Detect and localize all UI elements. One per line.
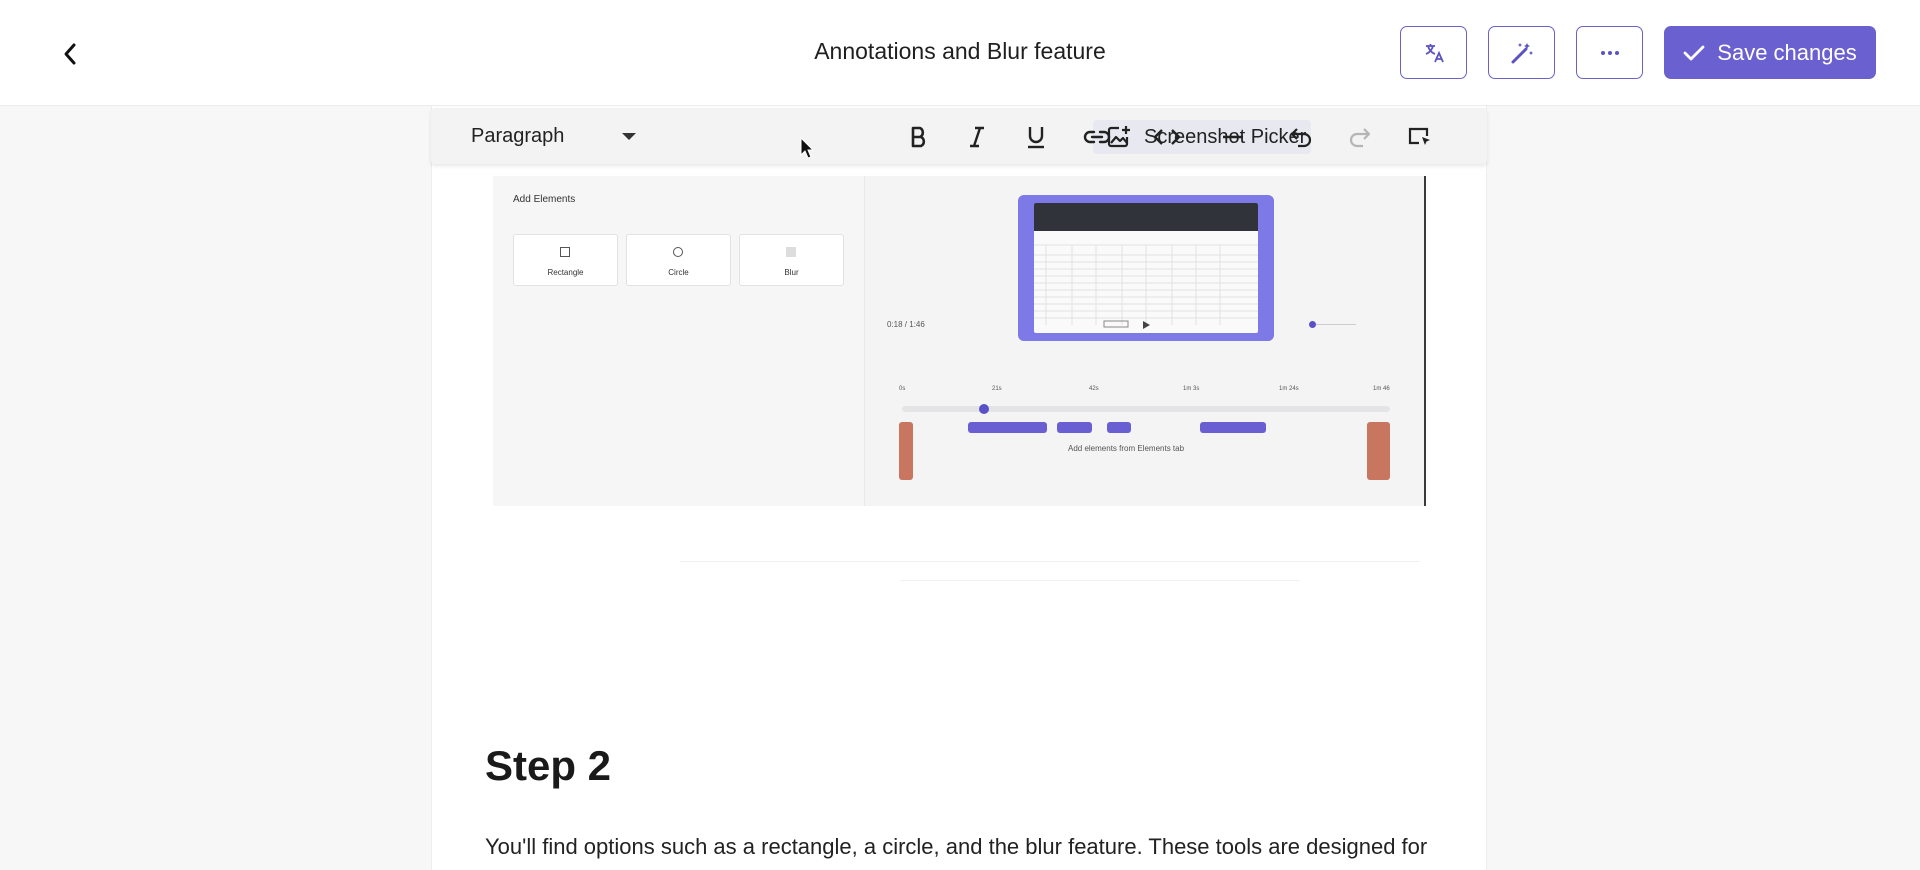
redo-icon [1349,128,1371,148]
spreadsheet-preview [1034,203,1258,333]
timeline-segment [1200,422,1266,433]
undo-button[interactable] [1286,122,1316,152]
rectangle-element-card: Rectangle [513,234,618,286]
dropdown-caret-icon [622,132,636,140]
timeline-segment [968,422,1047,433]
italic-button[interactable] [962,122,992,152]
circle-element-card: Circle [626,234,731,286]
redo-button[interactable] [1345,122,1375,152]
horizontal-rule-icon [1223,135,1243,139]
magic-wand-icon [1511,42,1533,63]
formatting-toolbar: Paragraph Screenshot Picker [431,108,1487,164]
step-body-text[interactable]: You'll find options such as a rectangle,… [485,834,1427,860]
tick-5: 1m 46 [1373,386,1390,392]
blur-label: Blur [784,268,799,277]
horizontal-rule-button[interactable] [1218,122,1248,152]
play-icon [1143,321,1150,329]
timeline-end-handle [1367,422,1390,480]
embedded-screenshot[interactable]: Add Elements Rectangle Circle Blur 0:18 … [493,176,1426,506]
select-element-button[interactable] [1405,122,1435,152]
volume-slider-track [1316,324,1356,325]
volume-slider-knob [1309,321,1316,328]
bold-icon [911,126,926,148]
underline-icon [1028,127,1044,149]
code-button[interactable] [1152,122,1182,152]
elements-panel: Add Elements Rectangle Circle Blur [493,176,865,506]
faint-divider [680,561,1420,562]
timeline-track [902,406,1390,412]
tick-1: 21s [992,386,1002,392]
checkmark-icon [1683,45,1705,60]
timeline-segment [1057,422,1092,433]
step-heading[interactable]: Step 2 [485,742,611,790]
ai-enhance-button[interactable] [1488,26,1555,79]
blur-element-card: Blur [739,234,844,286]
timeline-segment [1107,422,1131,433]
tick-4: 1m 24s [1279,386,1299,392]
screenshot-crop-edge [1424,176,1426,506]
underline-button[interactable] [1021,122,1051,152]
italic-icon [970,126,984,148]
code-icon [1153,129,1181,145]
block-type-select[interactable]: Paragraph [471,122,636,150]
timeline-playhead [979,404,989,414]
circle-icon [673,247,683,257]
timeline-start-handle [899,422,913,480]
elements-panel-title: Add Elements [513,194,576,205]
top-bar: Annotations and Blur feature Save change… [0,0,1920,106]
mouse-cursor-icon [800,137,814,159]
translate-icon [1425,43,1444,62]
tick-2: 42s [1089,386,1099,392]
bold-button[interactable] [904,122,934,152]
translate-button[interactable] [1400,26,1467,79]
link-icon [1083,130,1111,144]
more-options-button[interactable] [1576,26,1643,79]
playback-time: 0:18 / 1:46 [887,320,925,329]
select-element-icon [1408,127,1430,145]
save-button-label: Save changes [1717,39,1857,65]
block-type-value: Paragraph [471,124,565,147]
spreadsheet-grid-graphic [1034,244,1258,328]
screenshot-picker-button[interactable]: Screenshot Picker [1093,120,1311,154]
tick-0: 0s [899,386,906,392]
more-horizontal-icon [1600,50,1619,55]
tick-3: 1m 3s [1183,386,1200,392]
circle-label: Circle [668,268,689,277]
undo-icon [1290,128,1312,148]
rectangle-icon [560,247,570,257]
add-elements-hint: Add elements from Elements tab [1068,444,1185,453]
browser-chrome-bar [1034,203,1258,231]
faint-divider [900,580,1300,581]
save-changes-button[interactable]: Save changes [1664,26,1876,79]
link-button[interactable] [1082,122,1112,152]
rectangle-label: Rectangle [547,268,584,277]
blur-icon [786,247,796,257]
